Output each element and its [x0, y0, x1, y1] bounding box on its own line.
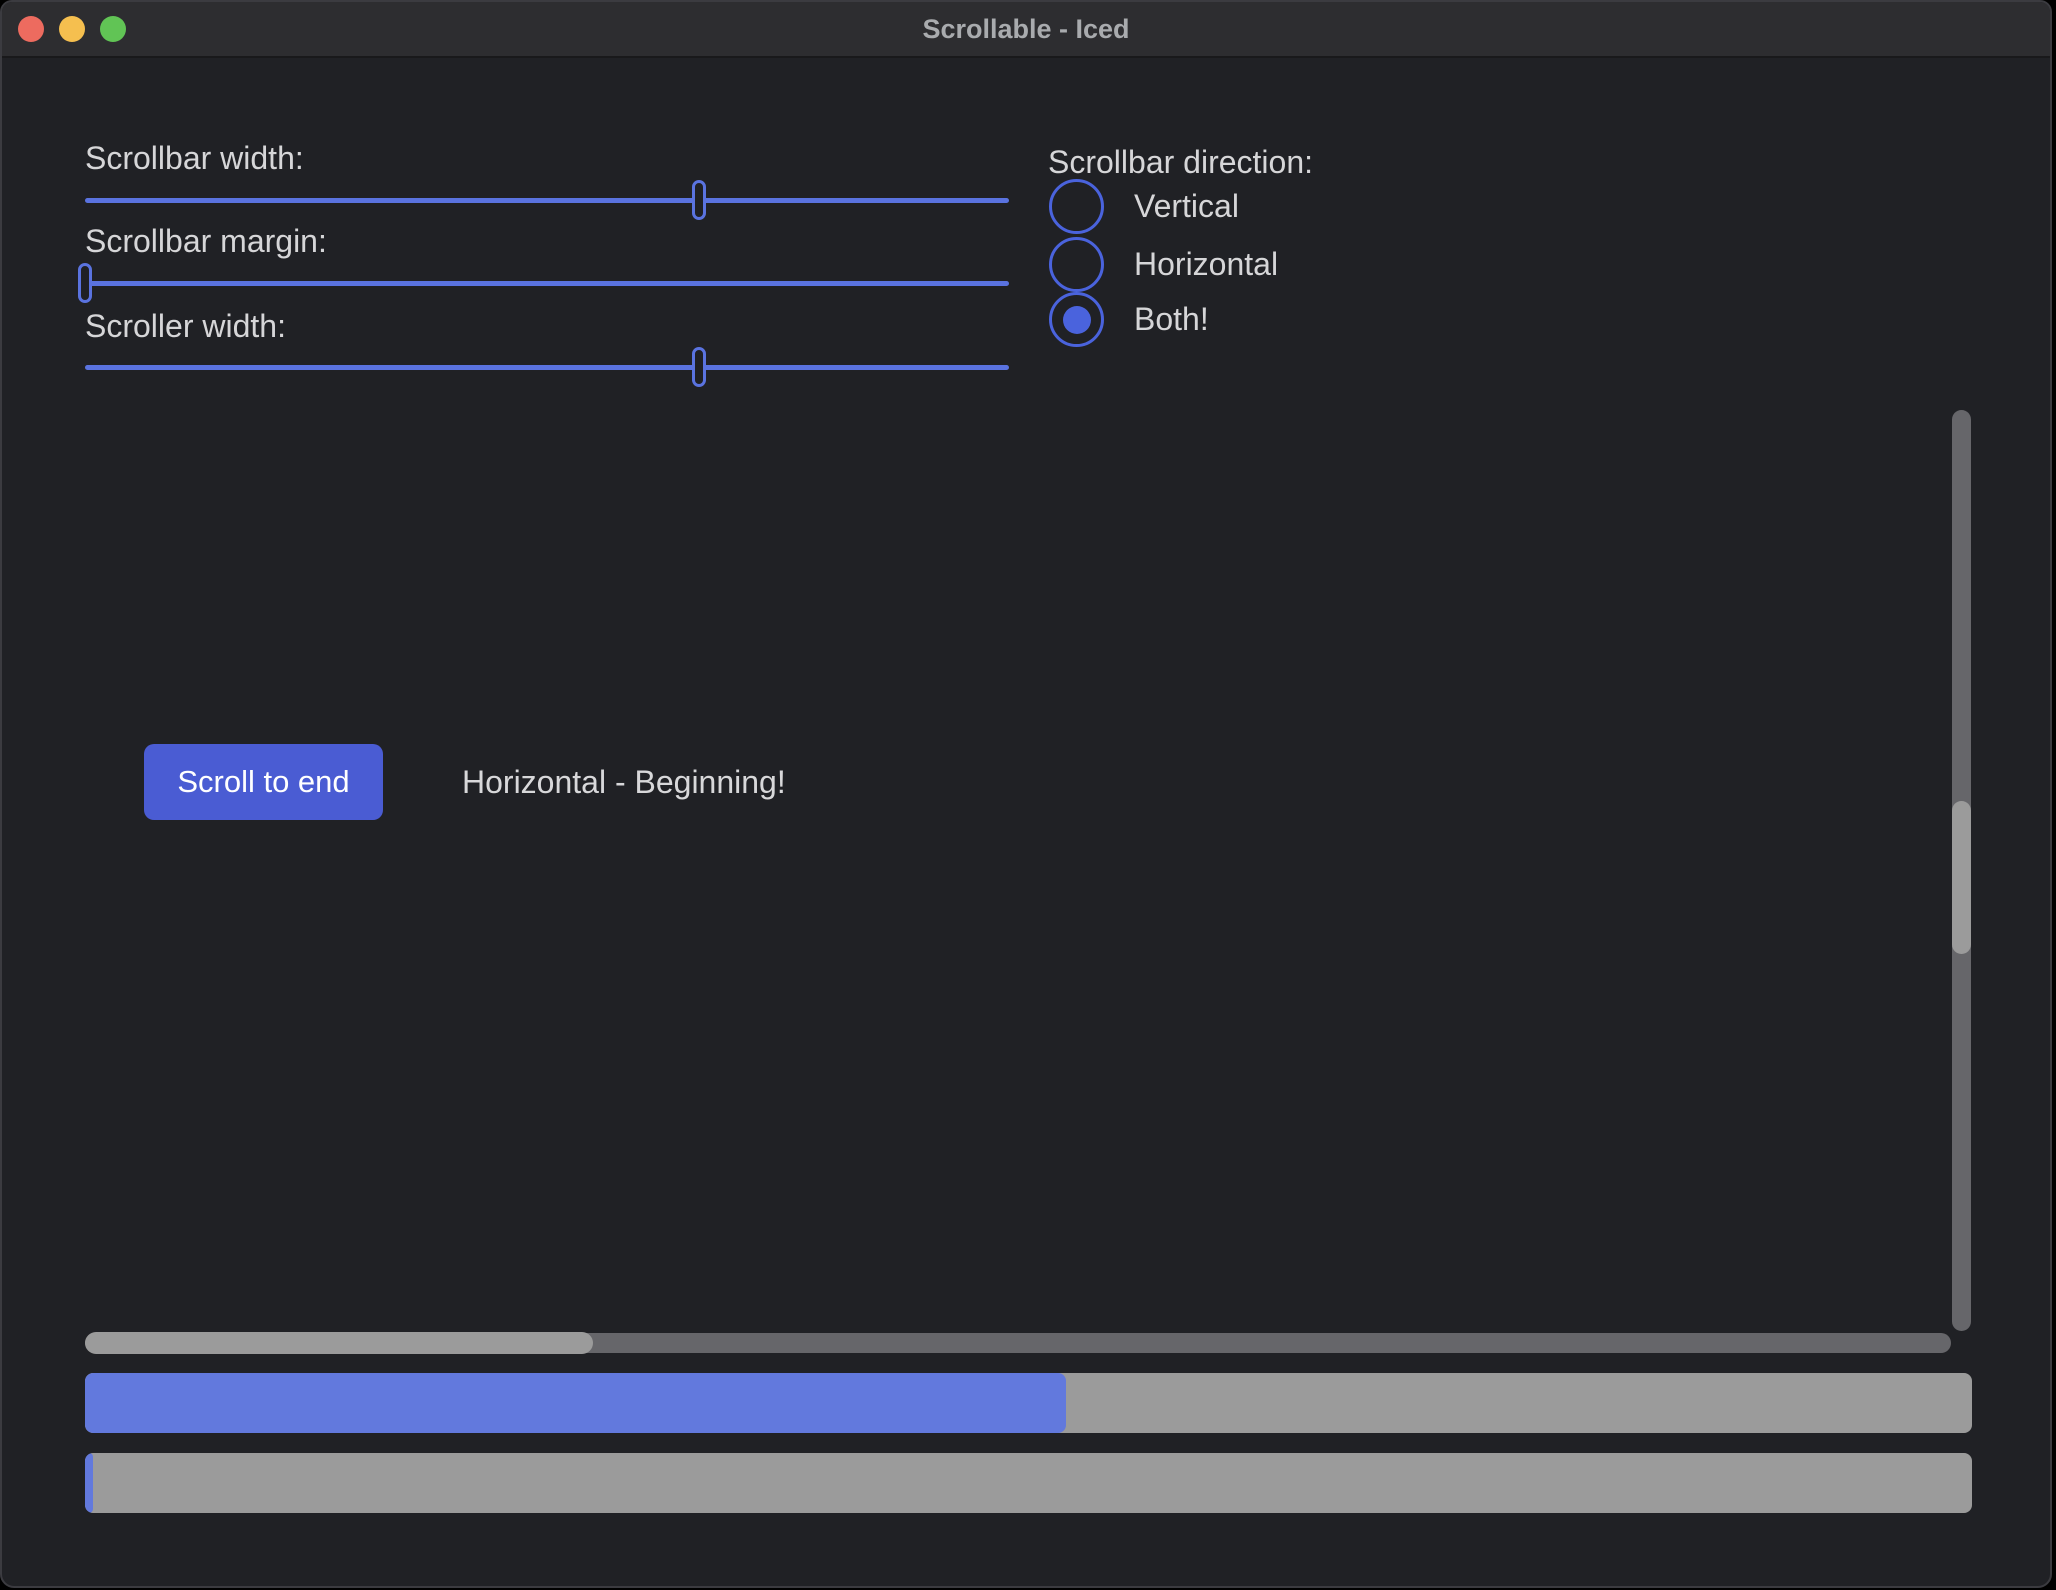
slider-handle[interactable]	[692, 180, 706, 220]
radio-option-horizontal[interactable]: Horizontal	[1049, 237, 1278, 292]
vertical-scrollbar-track[interactable]	[1952, 410, 1971, 1331]
scrollbar-margin-slider[interactable]	[85, 263, 1009, 303]
slider-track[interactable]	[85, 198, 1009, 203]
scrollbar-direction-label: Scrollbar direction:	[1048, 144, 1313, 181]
scroller-width-slider[interactable]	[85, 347, 1009, 387]
window-title: Scrollable - Iced	[2, 2, 2050, 56]
radio-option-both[interactable]: Both!	[1049, 292, 1209, 347]
radio-circle[interactable]	[1049, 179, 1104, 234]
radio-label: Horizontal	[1134, 246, 1278, 283]
app-window: Scrollable - Iced Scrollbar width: Scrol…	[0, 0, 2052, 1588]
vertical-progress-bar	[85, 1453, 1972, 1513]
scroll-to-end-button[interactable]: Scroll to end	[144, 744, 383, 820]
scrollbar-width-label: Scrollbar width:	[85, 140, 304, 177]
radio-option-vertical[interactable]: Vertical	[1049, 179, 1239, 234]
slider-track[interactable]	[85, 281, 1009, 286]
titlebar: Scrollable - Iced	[2, 2, 2050, 58]
radio-circle[interactable]	[1049, 237, 1104, 292]
scroll-status-text: Horizontal - Beginning!	[462, 744, 786, 820]
horizontal-progress-bar	[85, 1373, 1972, 1433]
vertical-scrollbar-thumb[interactable]	[1952, 801, 1971, 955]
progress-fill	[85, 1453, 93, 1513]
progress-fill	[85, 1373, 1066, 1433]
radio-label: Vertical	[1134, 188, 1239, 225]
scroller-width-label: Scroller width:	[85, 308, 286, 345]
scrollbar-width-slider[interactable]	[85, 180, 1009, 220]
slider-handle[interactable]	[692, 347, 706, 387]
slider-handle[interactable]	[78, 263, 92, 303]
radio-circle[interactable]	[1049, 292, 1104, 347]
scrollbar-margin-label: Scrollbar margin:	[85, 223, 327, 260]
screenshot-root: Scrollable - Iced Scrollbar width: Scrol…	[0, 0, 2056, 1590]
slider-track[interactable]	[85, 365, 1009, 370]
horizontal-scrollbar-track[interactable]	[85, 1333, 1951, 1353]
radio-label: Both!	[1134, 301, 1209, 338]
button-label: Scroll to end	[177, 764, 349, 800]
radio-selected-dot	[1063, 306, 1091, 334]
horizontal-scrollbar-thumb[interactable]	[85, 1332, 593, 1354]
